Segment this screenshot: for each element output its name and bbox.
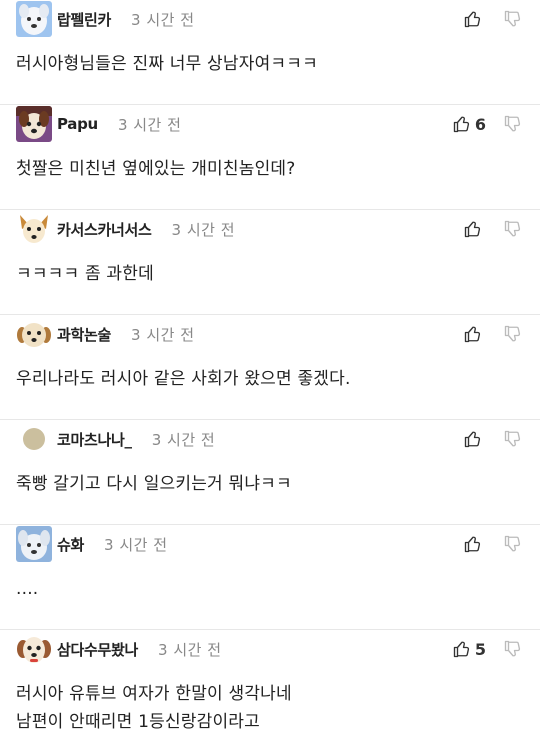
comment-text: ㅋㅋㅋㅋ 좀 과한데 bbox=[16, 260, 524, 288]
comment-text: 첫짤은 미친년 옆에있는 개미친놈인데? bbox=[16, 155, 524, 183]
dislike-button[interactable] bbox=[504, 535, 522, 553]
vote-actions bbox=[464, 430, 522, 448]
comment-item: 과학논술 3 시간 전 우리나라도 러시아 같은 사회가 왔으면 좋겠다. bbox=[0, 315, 540, 420]
dog-face-icon bbox=[16, 526, 52, 562]
vote-actions bbox=[464, 10, 522, 28]
comment-header: 과학논술 3 시간 전 bbox=[16, 316, 522, 352]
thumbs-down-icon bbox=[504, 325, 521, 342]
vote-actions bbox=[464, 220, 522, 238]
vote-actions: 6 bbox=[453, 115, 522, 134]
comment-line: ㅋㅋㅋㅋ 좀 과한데 bbox=[16, 264, 154, 284]
avatar[interactable] bbox=[16, 106, 52, 142]
thumbs-up-icon bbox=[464, 221, 481, 238]
comment-item: 카서스카너서스 3 시간 전 ㅋㅋㅋㅋ 좀 과한데 bbox=[0, 210, 540, 315]
nickname[interactable]: 카서스카너서스 bbox=[57, 219, 152, 240]
thumbs-down-icon bbox=[504, 220, 521, 237]
like-button[interactable] bbox=[464, 535, 486, 553]
dislike-button[interactable] bbox=[504, 640, 522, 658]
comment-item: 삼다수무봤나 3 시간 전 5 러시아 유튜브 여자가 한말이 생각나네 남편이… bbox=[0, 630, 540, 745]
dog-face-icon bbox=[16, 1, 52, 37]
comment-text: .... bbox=[16, 575, 524, 603]
like-count: 5 bbox=[474, 639, 486, 659]
timestamp: 3 시간 전 bbox=[117, 115, 182, 134]
like-button[interactable] bbox=[464, 325, 486, 343]
thumbs-up-icon bbox=[464, 536, 481, 553]
thumbs-up-icon bbox=[453, 641, 469, 658]
avatar[interactable] bbox=[16, 211, 52, 247]
timestamp: 3 시간 전 bbox=[104, 535, 168, 554]
like-button[interactable]: 5 bbox=[453, 640, 486, 659]
dislike-button[interactable] bbox=[504, 430, 522, 448]
comment-header: 코마츠나나_ 3 시간 전 bbox=[16, 421, 522, 457]
vote-actions bbox=[464, 325, 522, 343]
timestamp: 3 시간 전 bbox=[171, 220, 235, 239]
timestamp: 3 시간 전 bbox=[151, 430, 216, 449]
nickname[interactable]: 과학논술 bbox=[57, 324, 111, 345]
avatar[interactable] bbox=[16, 1, 52, 37]
comment-item: Papu 3 시간 전 6 첫짤은 미친년 옆에있는 개미친놈인데? bbox=[0, 105, 540, 210]
comment-header: Papu 3 시간 전 6 bbox=[16, 106, 522, 142]
comment-item: 랍펠린카 3 시간 전 러시아형님들은 진짜 너무 상남자여ㅋㅋㅋ bbox=[0, 0, 540, 105]
comment-header: 카서스카너서스 3 시간 전 bbox=[16, 211, 522, 247]
thumbs-down-icon bbox=[504, 430, 521, 447]
thumbs-up-icon bbox=[453, 116, 469, 133]
comment-item: 슈화 3 시간 전 .... bbox=[0, 525, 540, 630]
nickname[interactable]: 삼다수무봤나 bbox=[57, 639, 138, 660]
comment-header: 슈화 3 시간 전 bbox=[16, 526, 522, 562]
thumbs-up-icon bbox=[464, 326, 481, 343]
dislike-button[interactable] bbox=[504, 325, 522, 343]
comment-item: 코마츠나나_ 3 시간 전 죽빵 갈기고 다시 일으키는거 뭐냐ㅋㅋ bbox=[0, 420, 540, 525]
dislike-button[interactable] bbox=[504, 115, 522, 133]
avatar[interactable] bbox=[16, 421, 52, 457]
nickname[interactable]: Papu bbox=[57, 115, 98, 133]
thumbs-down-icon bbox=[504, 115, 521, 132]
timestamp: 3 시간 전 bbox=[131, 325, 195, 344]
comment-line: 죽빵 갈기고 다시 일으키는거 뭐냐ㅋㅋ bbox=[16, 474, 292, 494]
comment-list: 랍펠린카 3 시간 전 러시아형님들은 진짜 너무 상남자여ㅋㅋㅋ Papu 3… bbox=[0, 0, 540, 745]
like-button[interactable] bbox=[464, 430, 486, 448]
comment-line: 남편이 안때리면 1등신랑감이라고 bbox=[16, 712, 260, 732]
avatar[interactable] bbox=[16, 316, 52, 352]
dog-face-icon bbox=[16, 211, 52, 247]
like-button[interactable] bbox=[464, 10, 486, 28]
nickname[interactable]: 코마츠나나_ bbox=[57, 429, 132, 450]
nickname[interactable]: 슈화 bbox=[57, 534, 84, 555]
thumbs-down-icon bbox=[504, 535, 521, 552]
dog-face-icon bbox=[16, 106, 52, 142]
thumbs-down-icon bbox=[504, 640, 521, 657]
comment-line: 러시아형님들은 진짜 너무 상남자여ㅋㅋㅋ bbox=[16, 54, 318, 74]
thumbs-up-icon bbox=[464, 11, 481, 28]
like-button[interactable] bbox=[464, 220, 486, 238]
dog-face-icon bbox=[16, 316, 52, 352]
comment-header: 랍펠린카 3 시간 전 bbox=[16, 1, 522, 37]
comment-line: .... bbox=[16, 579, 39, 599]
comment-text: 우리나라도 러시아 같은 사회가 왔으면 좋겠다. bbox=[16, 365, 524, 393]
circle-avatar-icon bbox=[16, 421, 52, 457]
comment-text: 러시아형님들은 진짜 너무 상남자여ㅋㅋㅋ bbox=[16, 50, 524, 78]
thumbs-down-icon bbox=[504, 10, 521, 27]
nickname[interactable]: 랍펠린카 bbox=[57, 9, 111, 30]
comment-line: 우리나라도 러시아 같은 사회가 왔으면 좋겠다. bbox=[16, 369, 351, 389]
vote-actions: 5 bbox=[453, 640, 522, 659]
like-button[interactable]: 6 bbox=[453, 115, 486, 134]
timestamp: 3 시간 전 bbox=[131, 10, 195, 29]
comment-header: 삼다수무봤나 3 시간 전 5 bbox=[16, 631, 522, 667]
avatar[interactable] bbox=[16, 526, 52, 562]
avatar[interactable] bbox=[16, 631, 52, 667]
dog-face-icon bbox=[16, 631, 52, 667]
vote-actions bbox=[464, 535, 522, 553]
comment-line: 첫짤은 미친년 옆에있는 개미친놈인데? bbox=[16, 159, 296, 179]
timestamp: 3 시간 전 bbox=[158, 640, 222, 659]
comment-text: 러시아 유튜브 여자가 한말이 생각나네 남편이 안때리면 1등신랑감이라고 bbox=[16, 680, 524, 736]
like-count: 6 bbox=[474, 114, 486, 134]
thumbs-up-icon bbox=[464, 431, 481, 448]
dislike-button[interactable] bbox=[504, 220, 522, 238]
dislike-button[interactable] bbox=[504, 10, 522, 28]
comment-text: 죽빵 갈기고 다시 일으키는거 뭐냐ㅋㅋ bbox=[16, 470, 524, 498]
comment-line: 러시아 유튜브 여자가 한말이 생각나네 bbox=[16, 684, 292, 704]
